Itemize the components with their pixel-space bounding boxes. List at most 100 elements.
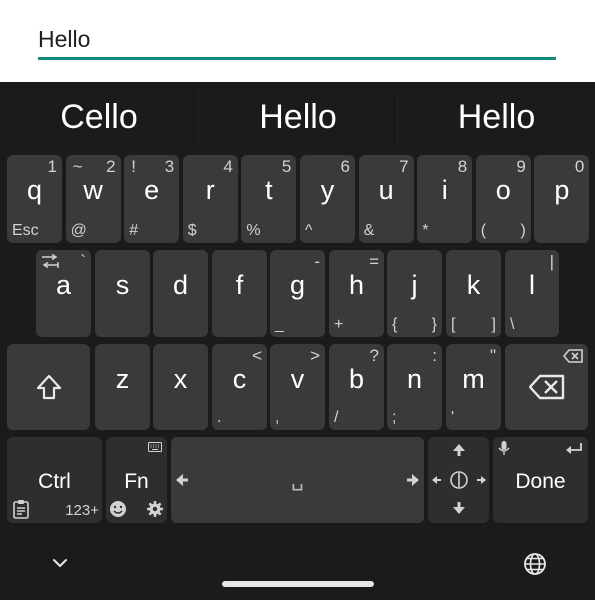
key-label: x [173, 364, 188, 394]
key-k[interactable]: k [] [446, 250, 501, 337]
done-label: Done [515, 470, 566, 493]
ctrl-key[interactable]: Ctrl 123+ [7, 437, 102, 523]
key-alt-symbol: ! [131, 157, 136, 176]
hide-keyboard-icon[interactable] [52, 557, 68, 569]
space-key[interactable]: ␣ [171, 437, 424, 523]
key-alt-symbol: ^ [305, 222, 313, 239]
shift-icon [36, 374, 62, 400]
navigation-bar [0, 526, 595, 600]
key-label: q [26, 175, 43, 205]
key-alt-symbol: Esc [12, 222, 39, 239]
key-j[interactable]: j {} [387, 250, 442, 337]
key-label: s [115, 270, 130, 300]
key-alt-symbol: / [334, 409, 339, 426]
key-alt-symbol: * [422, 222, 429, 239]
key-alt-symbol: ] [491, 316, 496, 333]
key-o[interactable]: o 9 () [475, 155, 531, 243]
shift-key[interactable] [7, 344, 90, 430]
suggestion-left[interactable]: Cello [0, 82, 198, 152]
text-input[interactable]: Hello [38, 22, 556, 60]
key-f[interactable]: f [212, 250, 267, 337]
key-alt-symbol: } [431, 316, 437, 333]
key-s[interactable]: s [95, 250, 150, 337]
key-label: g [289, 270, 306, 300]
key-label: d [172, 270, 189, 300]
key-alt-symbol: > [310, 346, 320, 365]
key-alt-symbol: 7 [399, 157, 409, 176]
key-alt-symbol: : [432, 346, 437, 365]
key-d[interactable]: d [153, 250, 208, 337]
key-q[interactable]: q 1 Esc [7, 155, 62, 243]
key-alt-symbol: < [252, 346, 262, 365]
key-alt-symbol: [ [451, 316, 456, 333]
key-n[interactable]: n:; [387, 344, 442, 430]
key-alt-symbol: 0 [574, 157, 585, 176]
key-a[interactable]: a ` [36, 250, 91, 337]
key-h[interactable]: h = + [329, 250, 384, 337]
enter-icon [566, 443, 582, 454]
key-alt-symbol: 5 [281, 157, 292, 176]
key-alt-symbol: % [246, 222, 261, 239]
key-alt-symbol: ( [480, 222, 487, 239]
suggestion-strip: Cello Hello Hello [0, 82, 595, 152]
key-m[interactable]: m " ' [446, 344, 501, 430]
home-indicator[interactable] [222, 581, 374, 587]
key-u[interactable]: u 7 & [358, 155, 414, 243]
num-label: 123+ [65, 502, 99, 519]
arrow-right-icon [407, 474, 419, 486]
key-x[interactable]: x [153, 344, 208, 430]
key-p[interactable]: p0 [534, 155, 590, 243]
arrow-down-icon [453, 502, 465, 514]
key-alt-symbol: | [549, 252, 554, 271]
key-label: j [411, 270, 418, 300]
key-r[interactable]: r 4 $ [182, 155, 238, 243]
key-label: m [462, 364, 485, 394]
key-alt-symbol: 4 [223, 157, 233, 176]
key-label: t [265, 175, 273, 205]
key-label: w [83, 175, 103, 205]
key-g[interactable]: g - _ [270, 250, 325, 337]
key-i[interactable]: i 8 * [417, 155, 473, 243]
key-alt-symbol: & [363, 222, 375, 239]
key-w[interactable]: w 2 ~ @ [65, 155, 121, 243]
fn-key[interactable]: Fn [106, 437, 167, 523]
key-alt-symbol: = [369, 252, 379, 271]
mic-icon [498, 441, 510, 455]
emoji-icon [110, 501, 126, 517]
key-b[interactable]: b? / [329, 344, 384, 430]
key-label: l [529, 270, 535, 300]
key-v[interactable]: v >, [270, 344, 325, 430]
key-label: r [205, 175, 215, 205]
key-label: a [55, 270, 72, 300]
backspace-corner-icon [563, 349, 583, 363]
suggestion-center[interactable]: Hello [199, 82, 397, 152]
key-label: n [406, 364, 423, 394]
key-label: h [348, 270, 365, 300]
suggestion-right[interactable]: Hello [398, 82, 595, 152]
arrow-up-icon [453, 444, 465, 456]
key-e[interactable]: e 3! # [124, 155, 180, 243]
cursor-pad-key[interactable] [428, 437, 489, 523]
space-glyph: ␣ [291, 469, 304, 491]
fn-label: Fn [124, 470, 149, 493]
key-alt-symbol: + [334, 316, 344, 333]
key-alt-symbol: . [217, 409, 222, 426]
key-l[interactable]: l | \ [505, 250, 559, 337]
key-alt-symbol: ` [80, 252, 86, 271]
key-alt-symbol: ' [451, 409, 455, 426]
key-t[interactable]: t 5% [241, 155, 297, 243]
globe-icon[interactable] [523, 552, 547, 576]
key-alt-symbol: - [314, 252, 320, 271]
key-alt-symbol: ? [369, 346, 379, 365]
backspace-key[interactable] [505, 344, 588, 430]
key-label: p [554, 175, 570, 205]
key-z[interactable]: z [95, 344, 150, 430]
key-y[interactable]: y 6 ^ [300, 155, 355, 243]
key-alt-symbol: @ [70, 222, 87, 239]
key-c[interactable]: c <. [212, 344, 267, 430]
key-label: z [115, 364, 130, 394]
done-key[interactable]: Done [493, 437, 588, 523]
clipboard-icon [13, 500, 29, 519]
key-alt-symbol: # [129, 222, 139, 239]
key-label: u [378, 175, 394, 205]
